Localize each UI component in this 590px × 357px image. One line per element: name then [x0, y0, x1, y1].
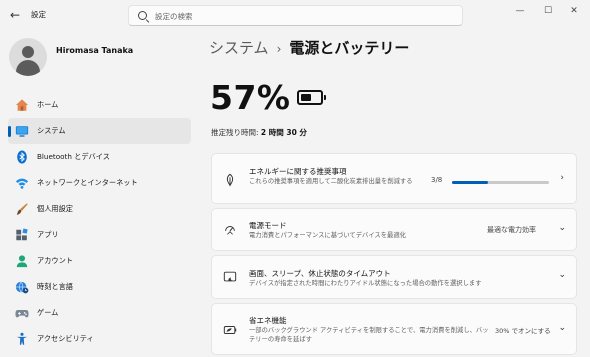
energy-desc: これらの推奨事項を適用して二酸化炭素排出量を削減する — [249, 178, 413, 185]
arrow-left-icon[interactable]: ← — [6, 6, 24, 24]
chevron-down-icon[interactable]: ⌄ — [558, 223, 566, 233]
sidebar-item-label: ゲーム — [37, 308, 59, 317]
user-name: Hiromasa Tanaka — [56, 46, 134, 55]
brush-icon — [16, 203, 28, 215]
power-mode-title: 電源モード — [249, 221, 287, 230]
search-icon — [138, 11, 147, 20]
sidebar-item-label: 個人用設定 — [37, 204, 73, 213]
title-bar: ← 設定 設定の検索 — ☐ ✕ — [0, 0, 590, 32]
sidebar-item-label: システム — [37, 126, 66, 135]
chevron-down-icon[interactable]: ⌄ — [558, 323, 566, 333]
wifi-icon — [15, 178, 29, 189]
sidebar-item-label: アカウント — [37, 256, 73, 265]
power-mode-select[interactable]: 最適な電力効率 — [487, 225, 536, 235]
sidebar-item-accounts[interactable]: アカウント — [8, 248, 191, 274]
avatar — [9, 38, 47, 76]
remaining-value: 2 時間 30 分 — [260, 128, 307, 137]
minimize-icon[interactable]: — — [510, 4, 530, 18]
sidebar-item-label: 時刻と言語 — [37, 282, 73, 291]
chevron-right-icon: › — [560, 173, 564, 183]
app-title: 設定 — [31, 10, 46, 19]
sidebar-item-accessibility[interactable]: アクセシビリティ — [8, 326, 191, 352]
energy-title: エネルギーに関する推奨事項 — [249, 167, 347, 176]
battery-saver-title: 省エネ機能 — [249, 316, 287, 325]
sidebar-item-time-language[interactable]: 時刻と言語 — [8, 274, 191, 300]
sidebar-item-gaming[interactable]: ゲーム — [8, 300, 191, 326]
power-mode-card[interactable]: 電源モード 電力消費とパフォーマンスに基づいてデバイスを最適化 最適な電力効率 … — [211, 208, 577, 251]
monitor-icon — [15, 126, 29, 137]
sidebar-item-label: アクセシビリティ — [37, 334, 94, 343]
search-placeholder: 設定の検索 — [155, 12, 193, 21]
energy-recommendations-card[interactable]: エネルギーに関する推奨事項 これらの推奨事項を適用して二酸化炭素排出量を削減する… — [211, 153, 577, 204]
sidebar-item-bluetooth[interactable]: Bluetooth とデバイス — [8, 144, 191, 170]
sidebar-item-apps[interactable]: アプリ — [8, 222, 191, 248]
screen-sleep-desc: デバイスが指定された時間にわたりアイドル状態になった場合の動作を選択します — [249, 280, 482, 287]
sidebar-item-network[interactable]: ネットワークとインターネット — [8, 170, 191, 196]
battery-percent: 57% — [210, 78, 291, 117]
remaining-time: 推定残り時間: 2 時間 30 分 — [211, 127, 307, 138]
screen-sleep-card[interactable]: 画面、スリープ、休止状態のタイムアウト デバイスが指定された時間にわたりアイドル… — [211, 255, 577, 299]
home-icon — [15, 99, 29, 111]
page-title: 電源とバッテリー — [289, 39, 410, 57]
screen-sleep-title: 画面、スリープ、休止状態のタイムアウト — [249, 269, 391, 278]
leaf-icon — [226, 173, 234, 187]
power-mode-desc: 電力消費とパフォーマンスに基づいてデバイスを最適化 — [249, 232, 406, 239]
sidebar-item-system[interactable]: システム — [8, 118, 191, 144]
battery-fill — [301, 94, 312, 101]
sidebar-item-label: ホーム — [37, 100, 59, 109]
breadcrumb-separator: › — [276, 42, 282, 56]
sidebar-item-label: Bluetooth とデバイス — [37, 152, 110, 161]
sidebar-item-home[interactable]: ホーム — [8, 92, 191, 118]
sidebar-nav: ホーム システム Bluetooth とデバイス ネットワークとインターネット … — [8, 92, 191, 352]
battery-icon — [297, 90, 326, 105]
maximize-icon[interactable]: ☐ — [538, 4, 558, 18]
gamepad-icon — [15, 309, 29, 318]
breadcrumb-parent[interactable]: システム — [209, 39, 269, 57]
bluetooth-icon — [17, 150, 27, 164]
accessibility-icon — [16, 332, 28, 345]
globe-clock-icon — [15, 281, 29, 294]
sidebar-item-label: アプリ — [37, 230, 59, 239]
sidebar-item-label: ネットワークとインターネット — [37, 178, 138, 187]
breadcrumb: システム › 電源とバッテリー — [209, 37, 409, 58]
energy-count: 3/8 — [431, 176, 443, 184]
remaining-label: 推定残り時間: — [211, 128, 259, 137]
screen-sleep-icon — [223, 271, 237, 282]
energy-progress-bar — [452, 181, 549, 184]
energy-progress-fill — [452, 181, 489, 184]
chevron-down-icon[interactable]: ⌄ — [558, 270, 566, 280]
apps-icon — [16, 228, 28, 241]
battery-saver-card[interactable]: 省エネ機能 一部のバックグラウンド アクティビティを制限することで、電力消費を削… — [211, 303, 577, 355]
account-icon — [16, 255, 28, 268]
battery-saver-desc: 一部のバックグラウンド アクティビティを制限することで、電力消費を削減し、バッテ… — [249, 327, 489, 343]
sidebar-item-personalization[interactable]: 個人用設定 — [8, 196, 191, 222]
power-mode-icon — [225, 226, 235, 235]
battery-saver-icon — [223, 326, 237, 334]
battery-saver-threshold[interactable]: 30% でオンにする — [495, 325, 551, 335]
search-input[interactable]: 設定の検索 — [128, 5, 463, 26]
close-icon[interactable]: ✕ — [564, 4, 584, 18]
